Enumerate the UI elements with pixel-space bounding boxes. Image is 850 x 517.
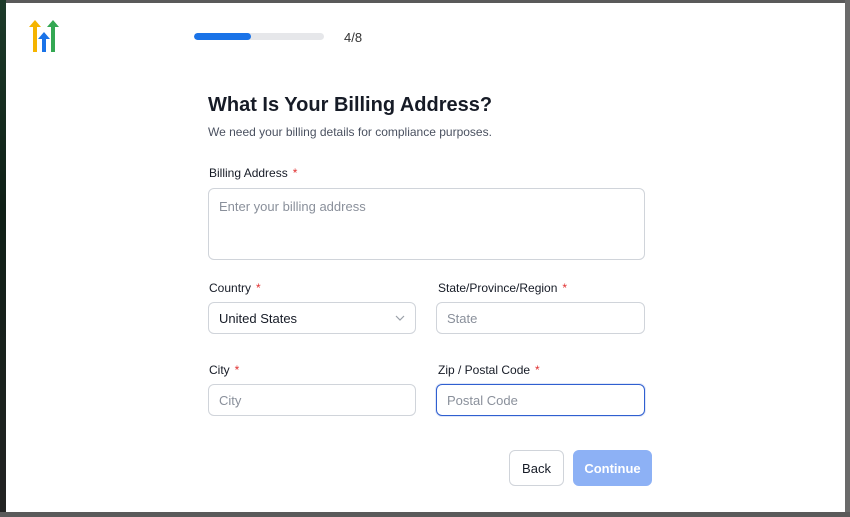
city-label-text: City: [209, 363, 230, 377]
required-marker: *: [292, 166, 298, 180]
country-label: Country *: [209, 281, 261, 295]
zip-input[interactable]: [436, 384, 645, 416]
state-label-text: State/Province/Region: [438, 281, 558, 295]
progress-bar: [194, 33, 324, 40]
progress-fill: [194, 33, 252, 40]
onboarding-window: 4/8 What Is Your Billing Address? We nee…: [6, 3, 845, 512]
page-title: What Is Your Billing Address?: [208, 94, 493, 116]
continue-button[interactable]: Continue: [573, 450, 652, 486]
window-frame-right: [845, 0, 850, 517]
billing-address-input[interactable]: [208, 188, 645, 260]
back-button[interactable]: Back: [509, 450, 564, 486]
country-select-value: United States: [219, 310, 298, 326]
required-marker: *: [535, 363, 540, 377]
city-label: City *: [209, 363, 239, 377]
billing-address-label: Billing Address *: [209, 166, 297, 180]
country-label-text: Country: [209, 281, 252, 295]
country-select[interactable]: United States: [208, 302, 416, 334]
required-marker: *: [562, 281, 568, 295]
required-marker: *: [256, 281, 261, 295]
billing-address-label-text: Billing Address: [209, 166, 288, 180]
required-marker: *: [234, 363, 240, 377]
chevron-down-icon: [395, 315, 405, 321]
zip-label-text: Zip / Postal Code: [438, 363, 531, 377]
page-subtitle: We need your billing details for complia…: [208, 125, 492, 139]
zip-label: Zip / Postal Code *: [438, 363, 540, 377]
city-input[interactable]: [208, 384, 416, 416]
step-counter: 4/8: [344, 30, 363, 45]
logo-icon: [29, 20, 59, 52]
state-label: State/Province/Region *: [438, 281, 567, 295]
state-input[interactable]: [436, 302, 645, 334]
window-frame-bottom: [0, 512, 850, 517]
